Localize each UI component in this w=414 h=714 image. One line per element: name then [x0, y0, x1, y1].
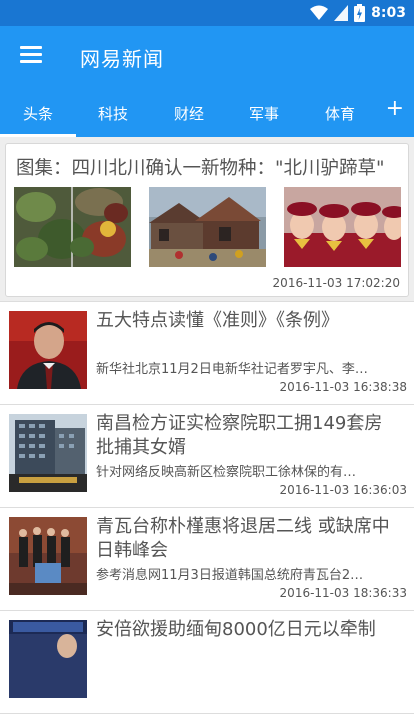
- news-time: 2016-11-03 18:36:33: [279, 586, 407, 600]
- news-summary: 针对网络反映高新区检察院职工徐林保的有…: [96, 465, 357, 480]
- news-item[interactable]: 安倍欲援助缅甸8000亿日元以牵制: [0, 610, 414, 714]
- status-bar: 8:03: [0, 0, 414, 26]
- news-title: 南昌检方证实检察院职工拥149套房 批捕其女婿: [96, 413, 383, 458]
- wifi-icon: [310, 5, 329, 21]
- news-image: [9, 311, 87, 389]
- gallery-time: 2016-11-03 17:02:20: [272, 276, 400, 290]
- news-image: [9, 517, 87, 595]
- tab-tech[interactable]: 科技: [98, 103, 128, 124]
- menu-icon[interactable]: [20, 46, 42, 64]
- news-time: 2016-11-03 16:38:38: [279, 380, 407, 394]
- gallery-card[interactable]: 图集：四川北川确认一新物种："北川驴蹄草" 2016-11-03 17:02:2…: [5, 143, 409, 297]
- tab-headlines[interactable]: 头条: [23, 103, 53, 124]
- news-time: 2016-11-03 16:36:03: [279, 483, 407, 497]
- tab-selected-indicator: [0, 134, 76, 137]
- gallery-image-attendants: [284, 187, 401, 267]
- tab-finance[interactable]: 财经: [174, 103, 204, 124]
- add-tab-button[interactable]: +: [386, 98, 404, 120]
- news-title: 安倍欲援助缅甸8000亿日元以牵制: [96, 619, 376, 640]
- signal-icon: [334, 5, 349, 21]
- news-summary: 新华社北京11月2日电新华社记者罗宇凡、李…: [96, 362, 368, 377]
- tab-military[interactable]: 军事: [249, 103, 279, 124]
- news-item[interactable]: 青瓦台称朴槿惠将退居二线 或缺席中日韩峰会 参考消息网11月3日报道韩国总统府青…: [0, 507, 414, 611]
- news-summary: 参考消息网11月3日报道韩国总统府青瓦台2…: [96, 568, 364, 583]
- gallery-image-village: [149, 187, 266, 267]
- news-image: [9, 414, 87, 492]
- news-item[interactable]: 五大特点读懂《准则》《条例》 新华社北京11月2日电新华社记者罗宇凡、李… 20…: [0, 301, 414, 405]
- battery-charging-icon: [354, 4, 366, 22]
- tab-sports[interactable]: 体育: [325, 103, 355, 124]
- news-image: [9, 620, 87, 698]
- status-time: 8:03: [371, 5, 406, 21]
- news-item[interactable]: 南昌检方证实检察院职工拥149套房 批捕其女婿 针对网络反映高新区检察院职工徐林…: [0, 404, 414, 508]
- gallery-title: 图集：四川北川确认一新物种："北川驴蹄草": [16, 158, 385, 179]
- tab-bar: 头条 科技 财经 军事 体育 +: [0, 87, 414, 137]
- news-title: 青瓦台称朴槿惠将退居二线 或缺席中日韩峰会: [96, 516, 390, 561]
- gallery-image-plant: [14, 187, 131, 267]
- status-icons: 8:03: [310, 4, 406, 22]
- news-title: 五大特点读懂《准则》《条例》: [96, 310, 339, 331]
- app-bar: 网易新闻: [0, 26, 414, 87]
- app-title: 网易新闻: [80, 47, 164, 71]
